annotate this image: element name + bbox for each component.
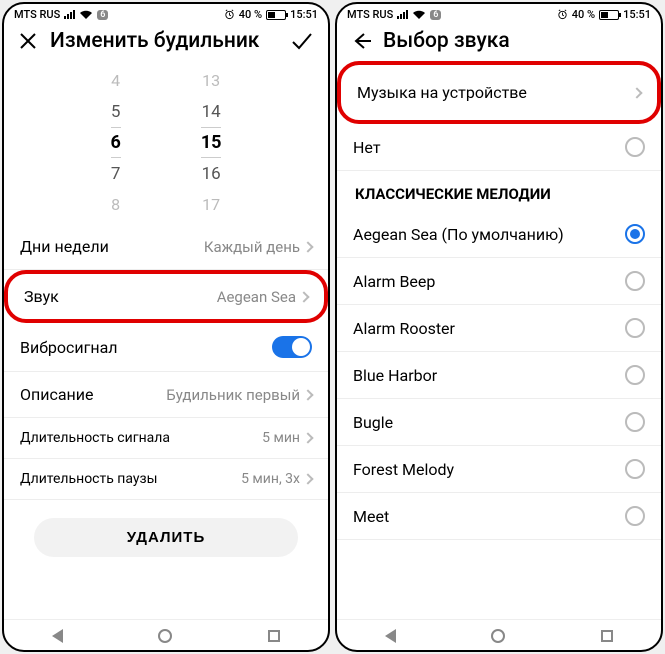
phone-sound-select: MTS RUS 6 40 % 15:51 Выбор звука Музыка … — [335, 2, 663, 652]
row-label: Длительность паузы — [20, 471, 158, 487]
radio-unchecked[interactable] — [625, 137, 645, 157]
row-vibrate[interactable]: Вибросигнал — [4, 323, 328, 372]
title-bar: Изменить будильник — [4, 23, 328, 61]
vibrate-toggle[interactable] — [272, 336, 312, 358]
clock-time: 15:51 — [623, 8, 651, 21]
section-header: КЛАССИЧЕСКИЕ МЕЛОДИИ — [337, 171, 661, 211]
radio-unchecked[interactable] — [625, 459, 645, 479]
time-picker[interactable]: 4 5 6 7 8 13 14 15 16 17 — [4, 61, 328, 224]
settings-list: Дни недели Каждый день Звук Aegean Sea В… — [4, 224, 328, 500]
chevron-right-icon — [302, 432, 313, 443]
alarm-icon — [557, 9, 568, 20]
nav-recent-icon[interactable] — [268, 630, 280, 642]
row-days[interactable]: Дни недели Каждый день — [4, 224, 328, 270]
melody-label: Bugle — [353, 413, 393, 432]
battery-pct: 40 % — [239, 8, 262, 21]
row-label: Описание — [20, 385, 94, 404]
status-bar: MTS RUS 6 40 % 15:51 — [4, 4, 328, 23]
radio-unchecked[interactable] — [625, 412, 645, 432]
chevron-right-icon — [302, 473, 313, 484]
wifi-badge: 6 — [97, 10, 108, 20]
delete-button[interactable]: УДАЛИТЬ — [34, 518, 298, 557]
sound-list: Музыка на устройстве Нет КЛАССИЧЕСКИЕ МЕ… — [337, 61, 661, 540]
carrier-label: MTS RUS — [14, 8, 60, 21]
battery-icon — [599, 10, 619, 20]
nav-back-icon[interactable] — [385, 629, 396, 643]
melody-label: Meet — [353, 507, 389, 526]
radio-unchecked[interactable] — [625, 365, 645, 385]
row-description[interactable]: Описание Будильник первый — [4, 372, 328, 418]
row-pause-duration[interactable]: Длительность паузы 5 мин, 3x — [4, 459, 328, 500]
chevron-right-icon — [302, 241, 313, 252]
row-label: Музыка на устройстве — [357, 83, 527, 102]
title-bar: Выбор звука — [337, 23, 661, 61]
row-label: Вибросигнал — [20, 338, 118, 357]
melody-label: Alarm Rooster — [353, 319, 455, 338]
signal-icon — [64, 10, 75, 19]
melody-label: Blue Harbor — [353, 366, 437, 385]
status-bar: MTS RUS 6 40 % 15:51 — [337, 4, 661, 23]
row-none[interactable]: Нет — [337, 124, 661, 171]
row-label: Звук — [24, 287, 59, 306]
melody-label: Forest Melody — [353, 460, 454, 479]
back-icon[interactable] — [351, 31, 371, 51]
row-melody[interactable]: Forest Melody — [337, 446, 661, 493]
radio-checked[interactable] — [625, 224, 645, 244]
row-music-on-device[interactable]: Музыка на устройстве — [337, 61, 661, 124]
row-melody[interactable]: Alarm Rooster — [337, 305, 661, 352]
chevron-right-icon — [298, 291, 309, 302]
nav-bar — [4, 619, 328, 650]
row-melody[interactable]: Aegean Sea (По умолчанию) — [337, 211, 661, 258]
row-signal-duration[interactable]: Длительность сигнала 5 мин — [4, 418, 328, 459]
chevron-right-icon — [302, 389, 313, 400]
clock-time: 15:51 — [290, 8, 318, 21]
page-title: Выбор звука — [383, 29, 510, 53]
nav-bar — [337, 619, 661, 650]
row-melody[interactable]: Alarm Beep — [337, 258, 661, 305]
carrier-label: MTS RUS — [347, 8, 393, 21]
chevron-right-icon — [631, 87, 642, 98]
battery-icon — [266, 10, 286, 20]
hour-picker[interactable]: 4 5 6 7 8 — [111, 65, 121, 220]
row-label: Длительность сигнала — [20, 430, 170, 446]
nav-back-icon[interactable] — [52, 629, 63, 643]
radio-unchecked[interactable] — [625, 318, 645, 338]
melody-label: Aegean Sea (По умолчанию) — [353, 225, 564, 244]
row-label: Нет — [353, 138, 381, 157]
radio-unchecked[interactable] — [625, 271, 645, 291]
signal-icon — [397, 10, 408, 19]
wifi-icon — [412, 10, 426, 20]
nav-recent-icon[interactable] — [601, 630, 613, 642]
alarm-icon — [224, 9, 235, 20]
row-label: Дни недели — [20, 237, 109, 256]
radio-unchecked[interactable] — [625, 506, 645, 526]
row-melody[interactable]: Blue Harbor — [337, 352, 661, 399]
nav-home-icon[interactable] — [158, 629, 172, 643]
confirm-icon[interactable] — [290, 31, 314, 51]
minute-picker[interactable]: 13 14 15 16 17 — [201, 65, 222, 220]
battery-pct: 40 % — [572, 8, 595, 21]
phone-edit-alarm: MTS RUS 6 40 % 15:51 Изменить будильник … — [2, 2, 330, 652]
wifi-icon — [79, 10, 93, 20]
nav-home-icon[interactable] — [491, 629, 505, 643]
row-melody[interactable]: Bugle — [337, 399, 661, 446]
page-title: Изменить будильник — [50, 29, 259, 53]
melody-label: Alarm Beep — [353, 272, 435, 291]
row-sound[interactable]: Звук Aegean Sea — [4, 270, 328, 323]
row-melody[interactable]: Meet — [337, 493, 661, 540]
close-icon[interactable] — [18, 31, 38, 51]
wifi-badge: 6 — [430, 10, 441, 20]
